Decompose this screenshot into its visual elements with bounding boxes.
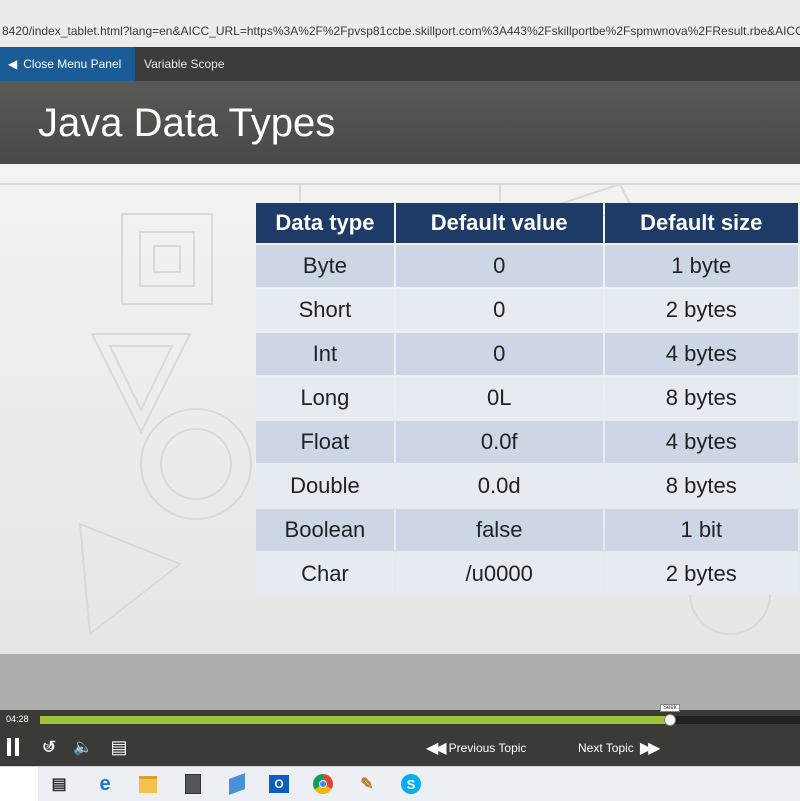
outlook-shape: O bbox=[269, 775, 289, 793]
current-topic-label: Variable Scope bbox=[144, 57, 225, 71]
table-row: Char /u0000 2 bytes bbox=[256, 553, 798, 595]
chrome-icon[interactable] bbox=[310, 771, 336, 797]
data-types-table: Data type Default value Default size Byt… bbox=[254, 201, 800, 597]
pause-button[interactable] bbox=[4, 734, 22, 760]
cell-default-value: 0 bbox=[395, 245, 603, 287]
slide-title: Java Data Types bbox=[38, 101, 336, 145]
chevron-left-icon: ◀ bbox=[8, 57, 18, 71]
cell-default-size: 2 bytes bbox=[604, 553, 798, 595]
cell-data-type: Boolean bbox=[256, 509, 394, 551]
cell-default-value: 0L bbox=[395, 377, 603, 419]
previous-topic-button[interactable]: ◀◀ Previous Topic bbox=[420, 738, 526, 758]
url-text[interactable]: 8420/index_tablet.html?lang=en&AICC_URL=… bbox=[2, 24, 800, 38]
close-menu-panel-label: Close Menu Panel bbox=[23, 57, 122, 71]
paint-icon[interactable]: ✎ bbox=[354, 771, 380, 797]
close-menu-panel-button[interactable]: ◀ Close Menu Panel bbox=[0, 47, 135, 81]
document-icon: ▤ bbox=[110, 736, 128, 757]
seek-bar-progress bbox=[40, 716, 670, 724]
replay-30-button[interactable]: ↺ 30 bbox=[38, 736, 60, 758]
header-default-size: Default size bbox=[604, 203, 798, 243]
skype-icon[interactable]: S bbox=[398, 771, 424, 797]
file-explorer-icon[interactable] bbox=[135, 771, 161, 797]
calculator-icon[interactable] bbox=[180, 771, 206, 797]
cell-default-size: 4 bytes bbox=[604, 421, 798, 463]
chrome-shape bbox=[313, 774, 333, 794]
table-row: Byte 0 1 byte bbox=[256, 245, 798, 287]
table-row: Int 0 4 bytes bbox=[256, 333, 798, 375]
edge-icon[interactable]: e bbox=[92, 771, 118, 797]
table-row: Long 0L 8 bytes bbox=[256, 377, 798, 419]
volume-button[interactable]: 🔈 bbox=[72, 736, 94, 758]
cell-data-type: Char bbox=[256, 553, 394, 595]
replay-seconds: 30 bbox=[45, 744, 53, 751]
cell-default-value: /u0000 bbox=[395, 553, 603, 595]
slide-footer bbox=[0, 654, 800, 710]
pause-icon-bar bbox=[7, 738, 11, 756]
outlook-icon[interactable]: O bbox=[266, 771, 292, 797]
cell-default-size: 2 bytes bbox=[604, 289, 798, 331]
table-row: Float 0.0f 4 bytes bbox=[256, 421, 798, 463]
next-topic-label: Next Topic bbox=[578, 741, 634, 755]
app-icon[interactable] bbox=[224, 771, 250, 797]
top-navigation: ◀ Close Menu Panel Variable Scope bbox=[0, 47, 800, 81]
seek-tooltip: Seek bbox=[660, 704, 680, 712]
previous-topic-label: Previous Topic bbox=[448, 741, 527, 755]
header-data-type: Data type bbox=[256, 203, 394, 243]
cell-default-size: 1 byte bbox=[604, 245, 798, 287]
seek-bar[interactable]: Seek bbox=[40, 704, 800, 726]
seek-handle[interactable] bbox=[664, 714, 676, 726]
cell-data-type: Double bbox=[256, 465, 394, 507]
cell-data-type: Byte bbox=[256, 245, 394, 287]
folder-shape bbox=[139, 775, 157, 793]
header-default-value: Default value bbox=[395, 203, 603, 243]
cell-default-size: 1 bit bbox=[604, 509, 798, 551]
task-view-icon[interactable]: ▤ bbox=[46, 771, 72, 797]
elapsed-time: 04:28 bbox=[6, 714, 29, 724]
speaker-icon: 🔈 bbox=[73, 739, 93, 756]
table-header-row: Data type Default value Default size bbox=[256, 203, 798, 243]
cell-data-type: Float bbox=[256, 421, 394, 463]
cell-data-type: Short bbox=[256, 289, 394, 331]
cell-data-type: Int bbox=[256, 333, 394, 375]
address-bar[interactable]: 8420/index_tablet.html?lang=en&AICC_URL=… bbox=[0, 0, 800, 48]
double-chevron-left-icon: ◀◀ bbox=[426, 740, 447, 757]
cell-default-value: 0 bbox=[395, 289, 603, 331]
double-chevron-right-icon: ▶▶ bbox=[639, 740, 661, 757]
cell-default-value: false bbox=[395, 509, 603, 551]
skype-shape: S bbox=[401, 774, 421, 794]
cell-default-value: 0 bbox=[395, 333, 603, 375]
table-row: Short 0 2 bytes bbox=[256, 289, 798, 331]
cell-default-value: 0.0d bbox=[395, 465, 603, 507]
cell-default-size: 4 bytes bbox=[604, 333, 798, 375]
cell-default-value: 0.0f bbox=[395, 421, 603, 463]
slide-header: Java Data Types bbox=[0, 81, 800, 164]
table-row: Double 0.0d 8 bytes bbox=[256, 465, 798, 507]
cell-default-size: 8 bytes bbox=[604, 377, 798, 419]
table-row: Boolean false 1 bit bbox=[256, 509, 798, 551]
taskbar-search-area[interactable] bbox=[0, 767, 38, 801]
chrome-center bbox=[319, 780, 327, 788]
calculator-shape bbox=[185, 774, 201, 794]
player-bar: 04:28 Seek ↺ 30 🔈 ▤ ◀◀ Previous Topic Ne… bbox=[0, 704, 800, 766]
app-shape bbox=[229, 773, 245, 795]
next-topic-button[interactable]: Next Topic ▶▶ bbox=[578, 738, 662, 758]
cell-default-size: 8 bytes bbox=[604, 465, 798, 507]
windows-taskbar: ▤ e O ✎ S bbox=[0, 766, 800, 801]
pause-icon-bar bbox=[15, 738, 19, 756]
cell-data-type: Long bbox=[256, 377, 394, 419]
transcript-button[interactable]: ▤ bbox=[110, 736, 128, 758]
